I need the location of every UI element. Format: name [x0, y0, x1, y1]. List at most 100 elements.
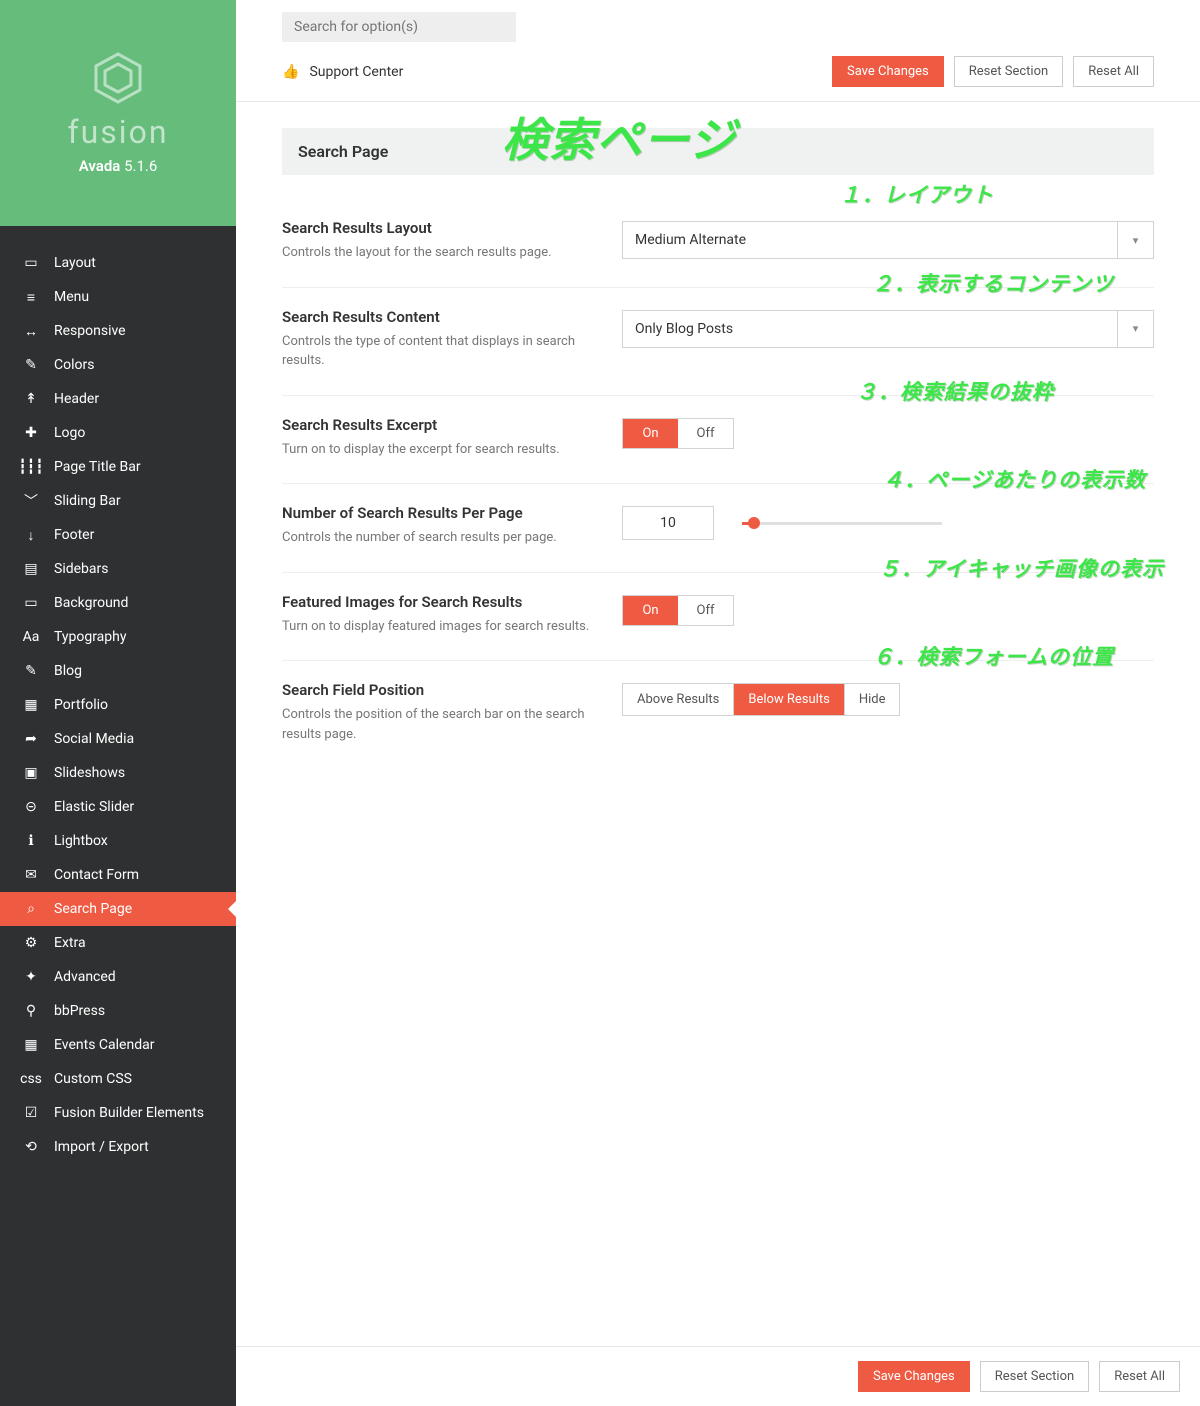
sidebar-item-label: Sliding Bar — [54, 493, 121, 509]
option-title: Search Results Content — [282, 308, 598, 326]
save-changes-button[interactable]: Save Changes — [832, 56, 944, 87]
toggle-on[interactable]: On — [623, 596, 678, 625]
lightbox-icon: ℹ — [22, 832, 40, 850]
fusion-builder-icon: ☑ — [22, 1104, 40, 1122]
sidebar-item-footer[interactable]: ↓ Footer — [0, 518, 236, 552]
sidebar-item-label: Footer — [54, 527, 94, 543]
events-calendar-icon: ▦ — [22, 1036, 40, 1054]
options-area: Search Results Layout Controls the layou… — [236, 175, 1200, 1346]
per-page-value[interactable]: 10 — [622, 506, 714, 540]
footer-icon: ↓ — [22, 526, 40, 544]
sidebar-item-label: bbPress — [54, 1003, 105, 1019]
toggle-off[interactable]: Off — [678, 419, 733, 448]
sidebar-item-sidebars[interactable]: ▤Sidebars — [0, 552, 236, 586]
portfolio-icon: ▦ — [22, 696, 40, 714]
sidebar-item-label: Blog — [54, 663, 82, 679]
sidebar-item-bbpress[interactable]: ⚲ bbPress — [0, 994, 236, 1028]
bbpress-icon: ⚲ — [22, 1002, 40, 1020]
select-value: Only Blog Posts — [635, 321, 733, 337]
sidebar-item-label: Elastic Slider — [54, 799, 134, 815]
sidebar-item-background[interactable]: ▭Background — [0, 586, 236, 620]
sidebar-item-header[interactable]: ↟Header — [0, 382, 236, 416]
sidebar-item-custom-css[interactable]: cssCustom CSS — [0, 1062, 236, 1096]
save-changes-button-bottom[interactable]: Save Changes — [858, 1361, 970, 1392]
support-center-link[interactable]: 👍Support Center — [282, 64, 403, 80]
option-search-field-position: Search Field Position Controls the posit… — [282, 661, 1154, 768]
sidebar-item-elastic-slider[interactable]: ⊝ Elastic Slider — [0, 790, 236, 824]
sidebar-item-fusion-builder-elements[interactable]: ☑ Fusion Builder Elements — [0, 1096, 236, 1130]
colors-icon: ✎ — [22, 356, 40, 374]
sidebar-item-contact-form[interactable]: ✉ Contact Form — [0, 858, 236, 892]
sidebar-item-label: Lightbox — [54, 833, 108, 849]
blog-icon: ✎ — [22, 662, 40, 680]
position-option-above-results[interactable]: Above Results — [623, 684, 734, 715]
sidebar-item-sliding-bar[interactable]: ﹀Sliding Bar — [0, 484, 236, 518]
sidebar: fusion Avada 5.1.6 ▭ Layout ≡Menu↔Responsi… — [0, 0, 236, 1406]
sidebar-item-colors[interactable]: ✎Colors — [0, 348, 236, 382]
sidebar-item-lightbox[interactable]: ℹ Lightbox — [0, 824, 236, 858]
sidebar-item-advanced[interactable]: ✦Advanced — [0, 960, 236, 994]
option-desc: Controls the number of search results pe… — [282, 528, 598, 548]
sidebars-icon: ▤ — [22, 560, 40, 578]
layout-select[interactable]: Medium Alternate ▾ — [622, 221, 1154, 259]
page-title-bar-icon: ┇┇┇ — [22, 458, 40, 476]
sidebar-item-label: Portfolio — [54, 697, 108, 713]
section-title-bar: Search Page 検索ページ — [282, 128, 1154, 175]
per-page-slider[interactable] — [742, 522, 942, 525]
sidebar-item-label: Page Title Bar — [54, 459, 141, 475]
reset-all-button[interactable]: Reset All — [1073, 56, 1154, 87]
sidebar-item-label: Typography — [54, 629, 126, 645]
sidebar-item-logo[interactable]: ✚Logo — [0, 416, 236, 450]
option-desc: Turn on to display the excerpt for searc… — [282, 440, 598, 460]
sidebar-item-label: Contact Form — [54, 867, 139, 883]
fusion-logo-icon — [91, 51, 145, 105]
annotation-3: ３．検索結果の抜粋 — [856, 376, 1054, 406]
position-option-hide[interactable]: Hide — [845, 684, 900, 715]
advanced-icon: ✦ — [22, 968, 40, 986]
chevron-down-icon: ▾ — [1117, 311, 1153, 347]
search-options-input[interactable] — [282, 12, 516, 42]
contact-form-icon: ✉ — [22, 866, 40, 884]
excerpt-toggle: On Off — [622, 418, 734, 449]
search-page-icon: ⌕ — [22, 900, 40, 918]
brand-version: Avada 5.1.6 — [79, 157, 158, 175]
option-desc: Controls the type of content that displa… — [282, 332, 598, 371]
menu-icon: ≡ — [22, 288, 40, 306]
typography-icon: Aa — [22, 628, 40, 646]
content-select[interactable]: Only Blog Posts ▾ — [622, 310, 1154, 348]
sidebar-item-responsive[interactable]: ↔Responsive — [0, 314, 236, 348]
position-option-below-results[interactable]: Below Results — [734, 684, 844, 715]
brand-name: fusion — [68, 113, 169, 151]
option-desc: Turn on to display featured images for s… — [282, 617, 598, 637]
sidebar-item-label: Logo — [54, 425, 85, 441]
header-icon: ↟ — [22, 390, 40, 408]
sidebar-item-events-calendar[interactable]: ▦Events Calendar — [0, 1028, 236, 1062]
sidebar-item-extra[interactable]: ⚙Extra — [0, 926, 236, 960]
custom-css-icon: css — [22, 1070, 40, 1088]
sidebar-item-import-export[interactable]: ⟲Import / Export — [0, 1130, 236, 1164]
sidebar-item-blog[interactable]: ✎ Blog — [0, 654, 236, 688]
option-title: Search Field Position — [282, 681, 598, 699]
sidebar-item-layout[interactable]: ▭ Layout — [0, 246, 236, 280]
toggle-off[interactable]: Off — [678, 596, 733, 625]
sidebar-item-portfolio[interactable]: ▦ Portfolio — [0, 688, 236, 722]
annotation-6: ６．検索フォームの位置 — [873, 641, 1114, 671]
reset-all-button-bottom[interactable]: Reset All — [1099, 1361, 1180, 1392]
sidebar-item-label: Fusion Builder Elements — [54, 1105, 204, 1121]
reset-section-button-bottom[interactable]: Reset Section — [980, 1361, 1089, 1392]
sidebar-item-search-page[interactable]: ⌕ Search Page — [0, 892, 236, 926]
layout-icon: ▭ — [22, 254, 40, 272]
slider-thumb[interactable] — [748, 517, 760, 529]
slideshows-icon: ▣ — [22, 764, 40, 782]
sidebar-item-social-media[interactable]: ➦Social Media — [0, 722, 236, 756]
sidebar-item-typography[interactable]: Aa Typography — [0, 620, 236, 654]
sidebar-item-label: Search Page — [54, 901, 132, 917]
sidebar-item-menu[interactable]: ≡Menu — [0, 280, 236, 314]
sidebar-item-label: Layout — [54, 255, 96, 271]
elastic-slider-icon: ⊝ — [22, 798, 40, 816]
sidebar-item-page-title-bar[interactable]: ┇┇┇ Page Title Bar — [0, 450, 236, 484]
sidebar-item-slideshows[interactable]: ▣Slideshows — [0, 756, 236, 790]
toggle-on[interactable]: On — [623, 419, 678, 448]
position-segmented: Above ResultsBelow ResultsHide — [622, 683, 900, 716]
reset-section-button[interactable]: Reset Section — [954, 56, 1063, 87]
